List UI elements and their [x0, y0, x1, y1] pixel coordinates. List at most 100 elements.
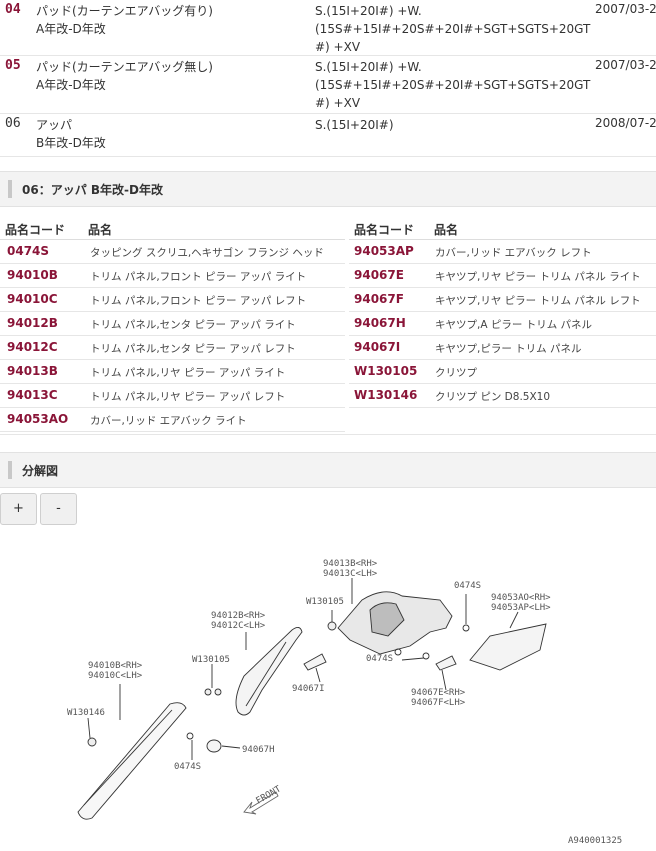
part-name: キヤツプ,リヤ ピラー トリム パネル ライト	[435, 271, 641, 283]
part-row: 94010B トリム パネル,フロント ピラー アッパ ライト	[0, 264, 345, 288]
variant-model: S.(15I+20I#) +W. (15S#+15I#+20S#+20I#+SG…	[315, 58, 595, 112]
callout-94067e[interactable]: 94067E<RH>	[411, 688, 466, 698]
part-row: 94012C トリム パネル,センタ ピラー アッパ レフト	[0, 336, 345, 360]
model-line: (15S#+15I#+20S#+20I#+SGT+SGTS+20GT	[315, 22, 591, 36]
variant-number[interactable]: 06	[5, 116, 21, 131]
part-name: トリム パネル,フロント ピラー アッパ ライト	[90, 271, 307, 283]
variant-date: 2008/07-2	[595, 116, 656, 130]
part-name: キヤツプ,A ピラー トリム パネル	[435, 319, 593, 331]
callout-94013b[interactable]: 94013B<RH>	[323, 559, 378, 569]
variant-row[interactable]: 05 パッド(カーテンエアバッグ無し) A年改-D年改 S.(15I+20I#)…	[0, 56, 656, 114]
part-row: 94067I キヤツプ,ピラー トリム パネル	[349, 336, 656, 360]
exploded-diagram[interactable]: 94013B<RH> 94013C<LH> W130105 0474S 9405…	[0, 530, 656, 851]
part-name: タッピング スクリユ,ヘキサゴン フランジ ヘッド	[90, 247, 324, 259]
part-row: 94013C トリム パネル,リヤ ピラー アッパ レフト	[0, 384, 345, 408]
part-code-link[interactable]: 94013B	[7, 364, 58, 378]
part-row: 94067E キヤツプ,リヤ ピラー トリム パネル ライト	[349, 264, 656, 288]
model-line: S.(15I+20I#)	[315, 118, 394, 132]
part-name: トリム パネル,センタ ピラー アッパ レフト	[90, 343, 296, 355]
model-line: (15S#+15I#+20S#+20I#+SGT+SGTS+20GT	[315, 78, 591, 92]
callout-94013c[interactable]: 94013C<LH>	[323, 569, 378, 579]
part-code-link[interactable]: 94067F	[354, 292, 404, 306]
part-name: キヤツプ,リヤ ピラー トリム パネル レフト	[435, 295, 641, 307]
part-name: クリツプ ピン D8.5X10	[435, 391, 551, 403]
divider	[0, 434, 656, 435]
part-code-link[interactable]: 94053AO	[7, 412, 68, 426]
part-row: W130146 クリツプ ピン D8.5X10	[349, 384, 656, 408]
callout-94012c[interactable]: 94012C<LH>	[211, 621, 266, 631]
part-name: クリツプ	[435, 367, 477, 379]
callout-0474s[interactable]: 0474S	[174, 762, 201, 772]
part-code-link[interactable]: 94010C	[7, 292, 58, 306]
column-header-code: 品名コード	[5, 223, 66, 237]
part-name: トリム パネル,リヤ ピラー アッパ ライト	[90, 367, 286, 379]
part-code-link[interactable]: W130146	[354, 388, 417, 402]
part-code-link[interactable]: 94067I	[354, 340, 400, 354]
model-line: #) +XV	[315, 96, 361, 110]
callout-94067i[interactable]: 94067I	[292, 684, 325, 694]
model-line: S.(15I+20I#) +W.	[315, 60, 422, 74]
part-row: 94053AO カバー,リッド エアバック ライト	[0, 408, 345, 432]
column-header-name: 品名	[434, 223, 459, 237]
section-title: 分解図	[22, 464, 59, 478]
part-name: トリム パネル,センタ ピラー アッパ ライト	[90, 319, 296, 331]
zoom-in-button[interactable]: +	[0, 493, 37, 525]
zoom-out-button[interactable]: -	[40, 493, 77, 525]
section-title: 06：アッパ B年改-D年改	[22, 183, 163, 197]
part-name: カバー,リッド エアバック レフト	[435, 247, 592, 259]
variant-name-line: パッド(カーテンエアバッグ有り)	[36, 4, 213, 18]
variant-model: S.(15I+20I#) +W. (15S#+15I#+20S#+20I#+SG…	[315, 2, 595, 56]
variant-row[interactable]: 06 アッパ B年改-D年改 S.(15I+20I#) 2008/07-2	[0, 114, 656, 157]
variant-number[interactable]: 05	[5, 58, 21, 73]
callout-w130105[interactable]: W130105	[192, 655, 230, 665]
column-header-code: 品名コード	[354, 223, 415, 237]
part-code-link[interactable]: W130105	[354, 364, 417, 378]
part-row: 0474S タッピング スクリユ,ヘキサゴン フランジ ヘッド	[0, 240, 345, 264]
callout-w130146[interactable]: W130146	[67, 708, 105, 718]
parts-list-header: 品名コード 品名	[0, 221, 345, 240]
model-line: S.(15I+20I#) +W.	[315, 4, 422, 18]
variant-row[interactable]: 04 パッド(カーテンエアバッグ有り) A年改-D年改 S.(15I+20I#)…	[0, 0, 656, 56]
variant-model: S.(15I+20I#)	[315, 116, 595, 134]
callout-w130105[interactable]: W130105	[306, 597, 344, 607]
part-row: 94067H キヤツプ,A ピラー トリム パネル	[349, 312, 656, 336]
part-code-link[interactable]: 94013C	[7, 388, 58, 402]
parts-list-header: 品名コード 品名	[349, 221, 656, 240]
model-line: #) +XV	[315, 40, 361, 54]
part-name: キヤツプ,ピラー トリム パネル	[435, 343, 582, 355]
variant-years: A年改-D年改	[36, 22, 106, 36]
callout-94067f[interactable]: 94067F<LH>	[411, 698, 466, 708]
callout-94053ap[interactable]: 94053AP<LH>	[491, 603, 551, 613]
section-header-diagram: 分解図	[0, 452, 656, 488]
callout-0474s[interactable]: 0474S	[454, 581, 481, 591]
callout-94010c[interactable]: 94010C<LH>	[88, 671, 143, 681]
variant-date: 2007/03-2	[595, 2, 656, 16]
part-code-link[interactable]: 94053AP	[354, 244, 414, 258]
part-row: 94067F キヤツプ,リヤ ピラー トリム パネル レフト	[349, 288, 656, 312]
variant-name: パッド(カーテンエアバッグ有り) A年改-D年改	[36, 2, 213, 38]
part-row: 94053AP カバー,リッド エアバック レフト	[349, 240, 656, 264]
part-name: カバー,リッド エアバック ライト	[90, 415, 247, 427]
callout-94067h[interactable]: 94067H	[242, 745, 275, 755]
part-code-link[interactable]: 94012B	[7, 316, 58, 330]
callout-0474s[interactable]: 0474S	[366, 654, 393, 664]
variant-name-line: パッド(カーテンエアバッグ無し)	[36, 60, 213, 74]
callout-94010b[interactable]: 94010B<RH>	[88, 661, 143, 671]
part-row: 94012B トリム パネル,センタ ピラー アッパ ライト	[0, 312, 345, 336]
part-row: W130105 クリツプ	[349, 360, 656, 384]
section-header-parts: 06：アッパ B年改-D年改	[0, 171, 656, 207]
part-row: 94013B トリム パネル,リヤ ピラー アッパ ライト	[0, 360, 345, 384]
callout-94053ao[interactable]: 94053AO<RH>	[491, 593, 551, 603]
part-code-link[interactable]: 94067H	[354, 316, 406, 330]
part-code-link[interactable]: 0474S	[7, 244, 49, 258]
variant-name: パッド(カーテンエアバッグ無し) A年改-D年改	[36, 58, 213, 94]
variant-date: 2007/03-2	[595, 58, 656, 72]
variant-number[interactable]: 04	[5, 2, 21, 17]
part-code-link[interactable]: 94012C	[7, 340, 58, 354]
variant-table: 04 パッド(カーテンエアバッグ有り) A年改-D年改 S.(15I+20I#)…	[0, 0, 656, 157]
part-code-link[interactable]: 94067E	[354, 268, 404, 282]
part-code-link[interactable]: 94010B	[7, 268, 58, 282]
parts-list-left: 品名コード 品名 0474S タッピング スクリユ,ヘキサゴン フランジ ヘッド …	[0, 221, 345, 432]
callout-94012b[interactable]: 94012B<RH>	[211, 611, 266, 621]
part-row: 94010C トリム パネル,フロント ピラー アッパ レフト	[0, 288, 345, 312]
